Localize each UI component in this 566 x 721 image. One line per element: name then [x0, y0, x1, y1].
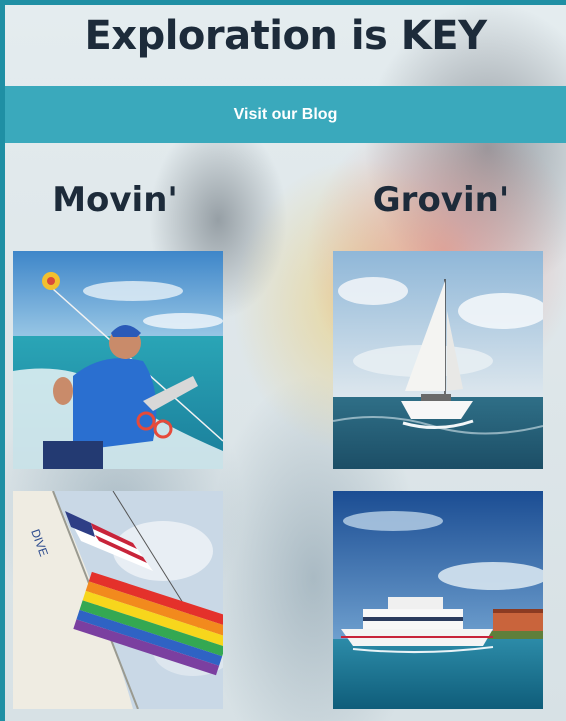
- page-frame: Exploration is KEY Visit our Blog Movin'…: [0, 0, 566, 721]
- page-title: Exploration is KEY: [84, 13, 487, 59]
- sailboat-photo[interactable]: [333, 251, 543, 469]
- rainbow-flag-photo[interactable]: DIVE: [13, 491, 223, 709]
- visit-blog-label: Visit our Blog: [233, 105, 338, 123]
- grovin-heading: Grovin': [372, 180, 510, 220]
- movin-heading: Movin': [52, 180, 178, 220]
- parasailing-photo[interactable]: [13, 251, 223, 469]
- ferry-photo[interactable]: [333, 491, 543, 709]
- visit-blog-button[interactable]: Visit our Blog: [5, 86, 566, 143]
